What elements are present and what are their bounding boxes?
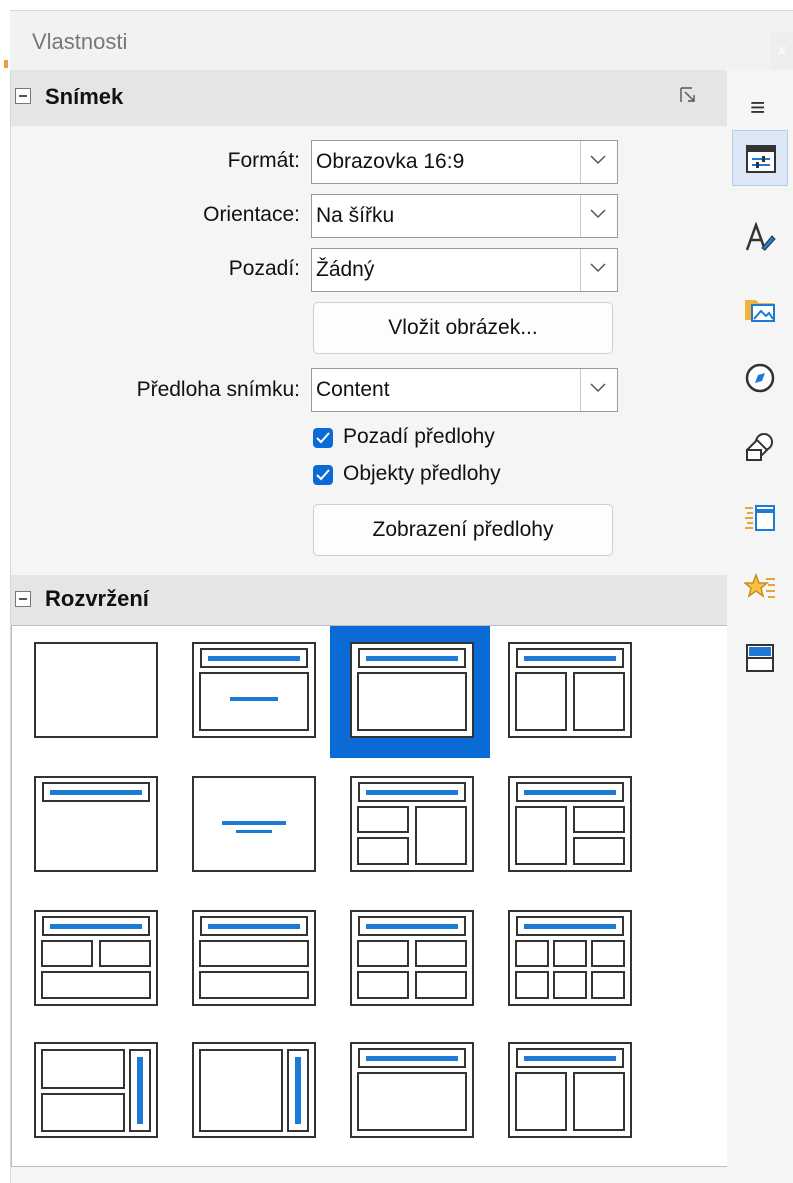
master-slide-value: Content (316, 378, 390, 401)
master-objects-label: Objekty předlohy (343, 462, 501, 485)
orientation-dropdown[interactable]: Na šířku (311, 194, 618, 238)
layout-vertical-title-2content[interactable] (14, 1026, 174, 1158)
hamburger-icon[interactable]: ≡ (750, 92, 765, 123)
layout-centered-text[interactable] (172, 760, 332, 892)
slide-transition-icon (745, 505, 775, 531)
background-value: Žádný (316, 258, 375, 281)
more-options-icon[interactable] (679, 86, 699, 106)
chevron-down-icon[interactable] (580, 369, 617, 411)
chevron-down-icon[interactable] (580, 195, 617, 237)
tab-slide-transition[interactable] (732, 490, 788, 546)
insert-image-button[interactable]: Vložit obrázek... (313, 302, 613, 354)
close-button[interactable]: x (771, 31, 793, 71)
collapse-icon[interactable] (15, 591, 31, 607)
format-dropdown[interactable]: Obrazovka 16:9 (311, 140, 618, 184)
collapse-icon[interactable] (15, 88, 31, 104)
resize-handle[interactable] (4, 60, 8, 68)
layout-title-2vertical-content[interactable] (488, 1026, 648, 1158)
chevron-down-icon[interactable] (580, 249, 617, 291)
master-slide-dropdown[interactable]: Content (311, 368, 618, 412)
tab-styles[interactable] (732, 210, 788, 266)
section-title-layout: Rozvržení (45, 586, 149, 611)
layout-vertical-title-content[interactable] (172, 1026, 332, 1158)
format-label: Formát: (227, 149, 300, 172)
chevron-down-icon[interactable] (580, 141, 617, 183)
tab-master-slides[interactable] (732, 630, 788, 686)
master-slides-icon (746, 644, 774, 672)
master-background-label: Pozadí předlohy (343, 425, 495, 448)
format-value: Obrazovka 16:9 (316, 150, 465, 173)
background-label: Pozadí: (228, 257, 300, 280)
layout-title-6content[interactable] (488, 894, 648, 1026)
top-border (0, 0, 793, 10)
master-slide-label: Předloha snímku: (136, 378, 300, 401)
section-title-slide: Snímek (45, 84, 124, 109)
layout-title-content[interactable] (330, 626, 490, 758)
properties-icon (746, 145, 776, 173)
tab-shapes[interactable] (732, 420, 788, 476)
styles-icon (745, 222, 776, 251)
orientation-value: Na šířku (316, 204, 395, 227)
master-view-button[interactable]: Zobrazení předlohy (313, 504, 613, 556)
panel-title: Vlastnosti (32, 29, 128, 54)
layout-title-content-over-content[interactable] (172, 894, 332, 1026)
layout-title-only-subtitle[interactable] (172, 626, 332, 758)
properties-panel: Snímek Formát: Obrazovka 16:9 Orientace:… (10, 70, 728, 1183)
layout-grid (11, 625, 728, 1167)
tab-gallery[interactable] (732, 280, 788, 336)
sidebar-tabbar: ≡ (727, 70, 793, 1183)
layout-title-4content[interactable] (330, 894, 490, 1026)
tab-animation[interactable] (732, 560, 788, 616)
layout-title-2top-1bottom[interactable] (14, 894, 174, 1026)
checkmark-icon[interactable] (313, 428, 333, 448)
layout-title-vertical-content[interactable] (330, 1026, 490, 1158)
title-bar: Vlastnosti x (10, 10, 793, 71)
checkmark-icon[interactable] (313, 465, 333, 485)
navigator-icon (745, 363, 775, 393)
tab-properties[interactable] (732, 130, 788, 186)
gallery-icon (745, 300, 775, 322)
background-dropdown[interactable]: Žádný (311, 248, 618, 292)
shapes-icon (745, 433, 773, 462)
layout-blank[interactable] (14, 626, 174, 758)
orientation-label: Orientace: (203, 203, 300, 226)
layout-title-two-content[interactable] (488, 626, 648, 758)
animation-icon (744, 572, 775, 598)
section-header-slide[interactable]: Snímek (11, 70, 728, 126)
section-header-layout[interactable]: Rozvržení (11, 575, 728, 625)
layout-title-only[interactable] (14, 760, 174, 892)
layout-title-2content-left[interactable] (330, 760, 490, 892)
layout-title-content-2right[interactable] (488, 760, 648, 892)
tab-navigator[interactable] (732, 350, 788, 406)
